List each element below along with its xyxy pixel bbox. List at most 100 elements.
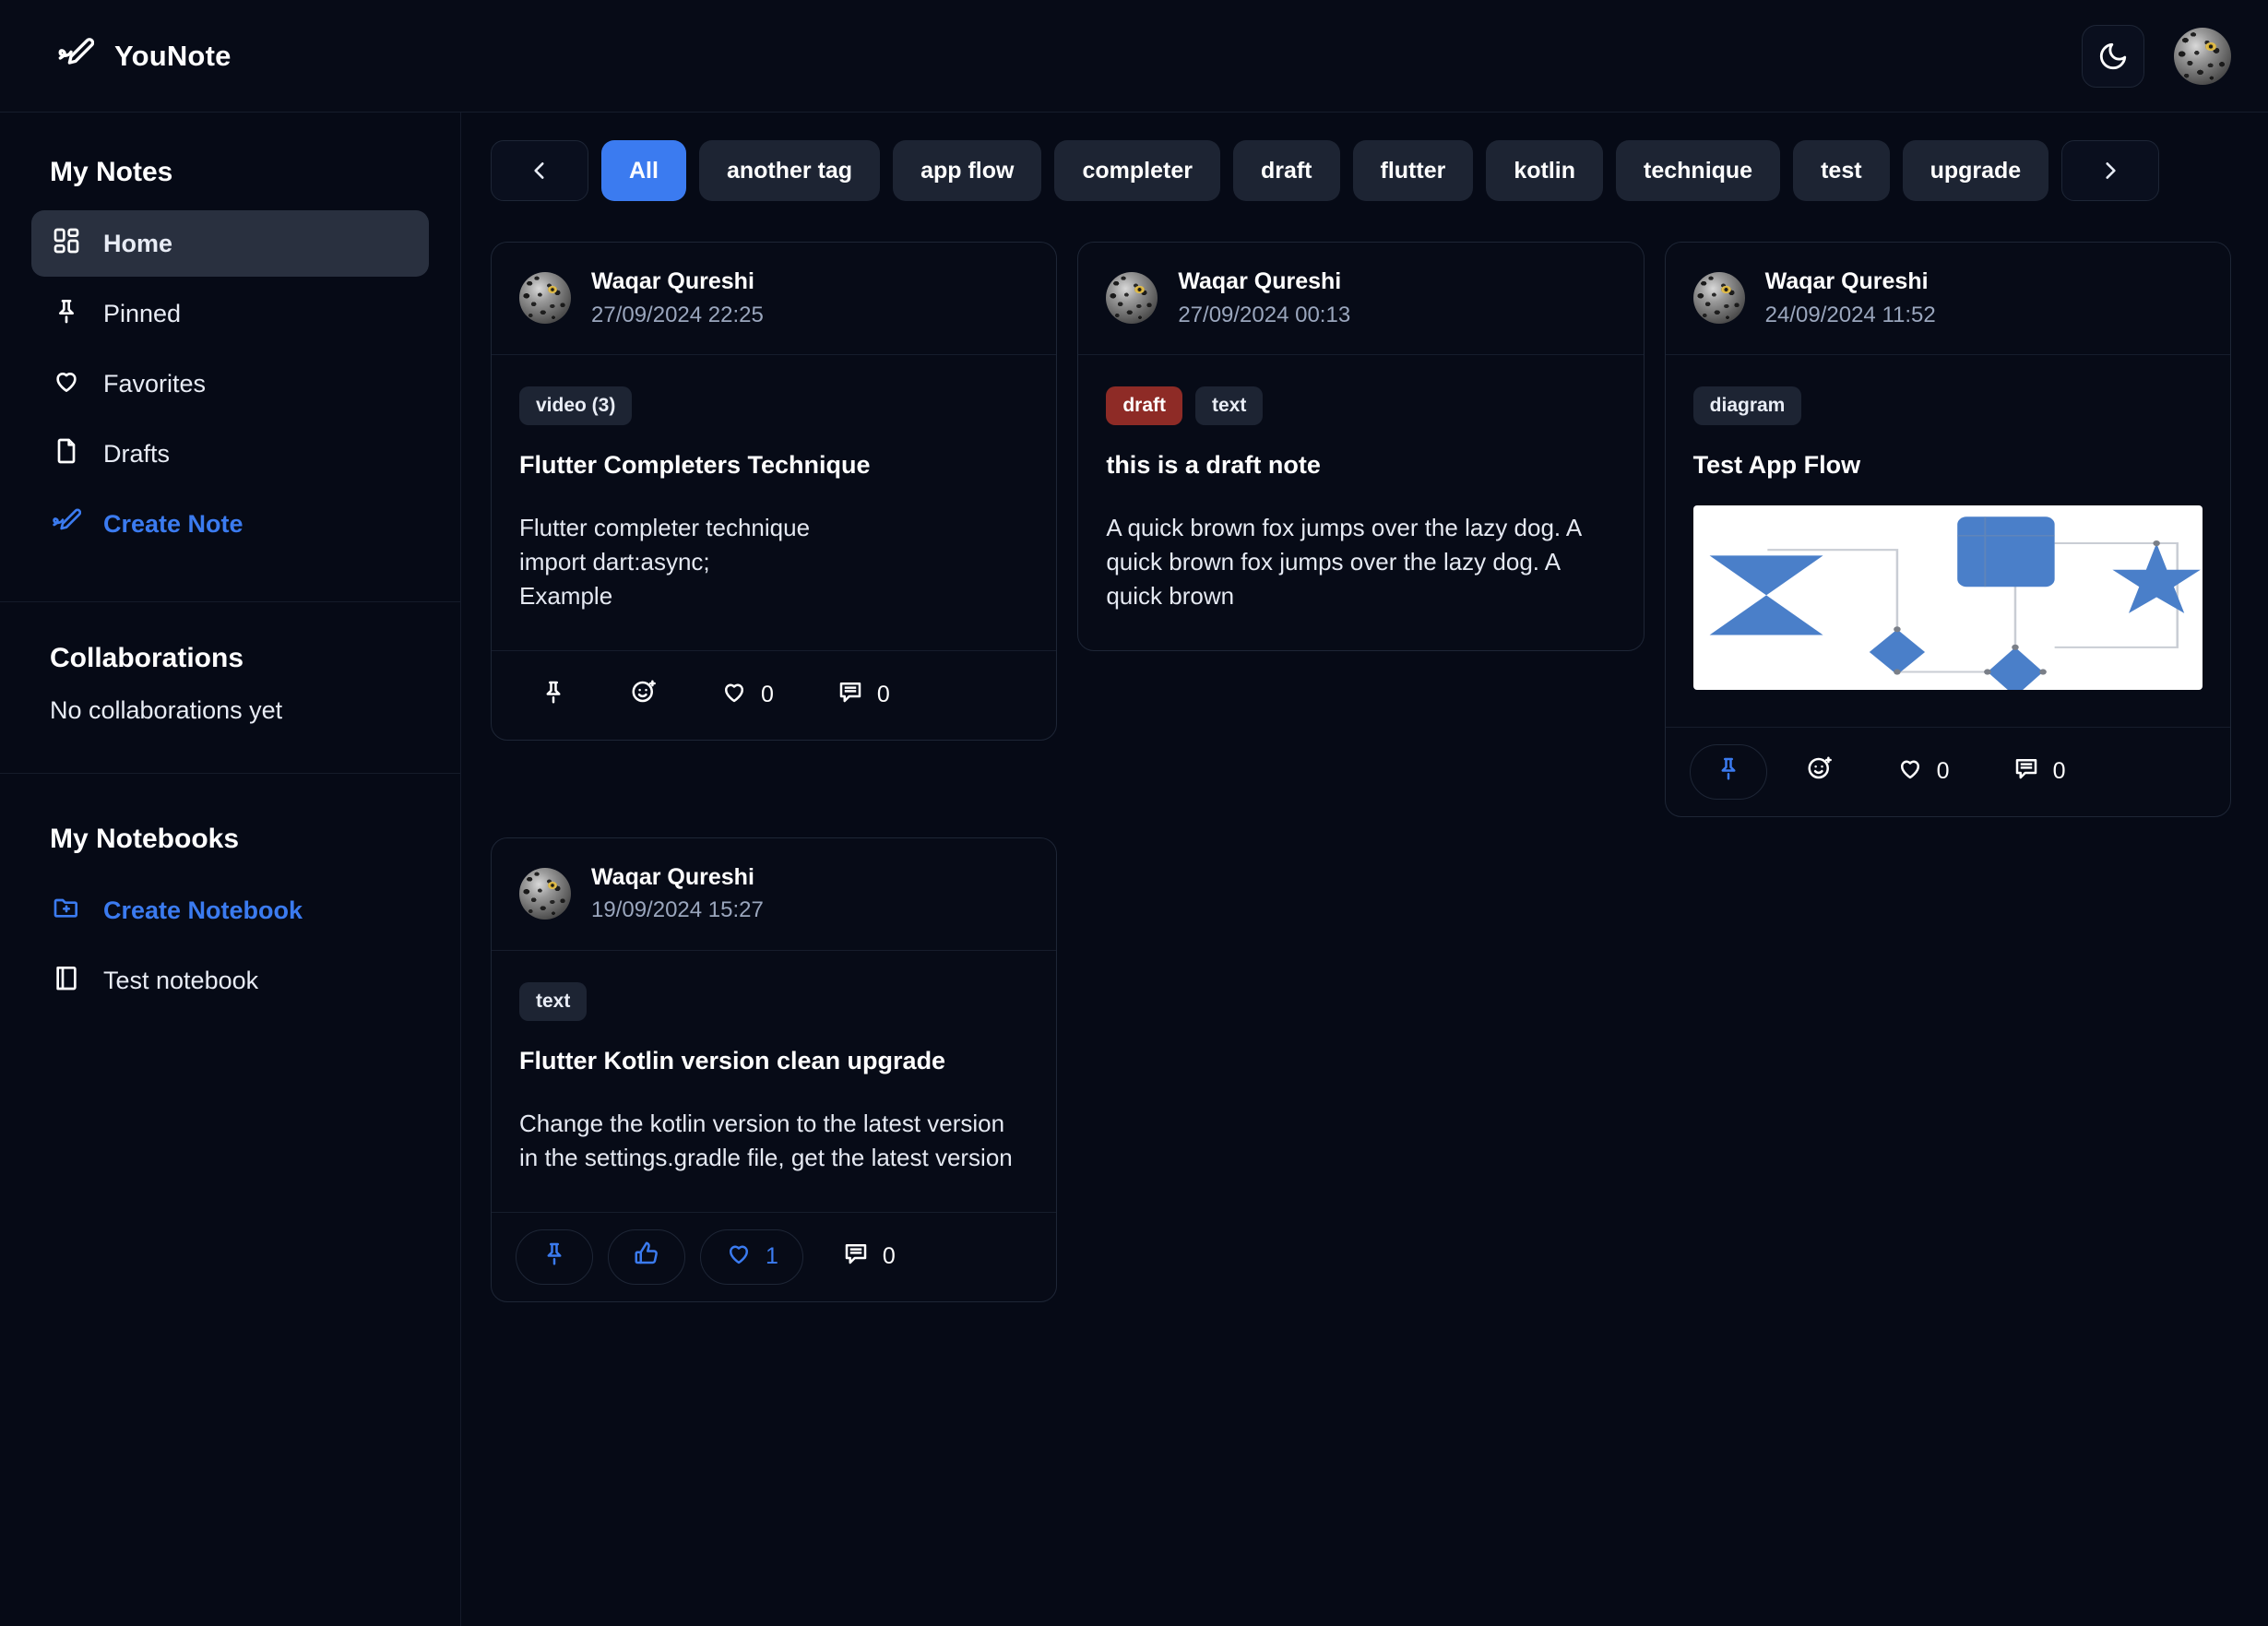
top-bar: YouNote bbox=[0, 0, 2268, 113]
reaction-button[interactable] bbox=[606, 668, 682, 723]
brand[interactable]: YouNote bbox=[57, 35, 232, 77]
status-badge: draft bbox=[1106, 386, 1182, 425]
chevron-right-icon[interactable] bbox=[2061, 140, 2160, 201]
like-count: 0 bbox=[761, 682, 774, 708]
status-badge: text bbox=[1195, 386, 1264, 425]
tag-app-flow[interactable]: app flow bbox=[893, 140, 1042, 201]
tag-draft[interactable]: draft bbox=[1232, 140, 1340, 201]
note-card[interactable]: Waqar Qureshi 24/09/2024 11:52 diagram T… bbox=[1664, 242, 2231, 817]
note-date: 24/09/2024 11:52 bbox=[1764, 302, 1936, 327]
sidebar-item-label: Pinned bbox=[103, 299, 182, 327]
note-badges: video (3) bbox=[519, 386, 1028, 425]
file-icon bbox=[52, 436, 81, 472]
note-card[interactable]: Waqar Qureshi 27/09/2024 22:25 video (3)… bbox=[491, 242, 1058, 741]
tag-flutter[interactable]: flutter bbox=[1352, 140, 1474, 201]
comment-icon bbox=[842, 1240, 870, 1274]
tag-completer[interactable]: completer bbox=[1054, 140, 1220, 201]
note-card-header: Waqar Qureshi 24/09/2024 11:52 bbox=[1665, 243, 2230, 355]
note-card-body: video (3) Flutter Completers Technique F… bbox=[492, 355, 1056, 650]
pin-icon bbox=[540, 1240, 568, 1274]
comment-button[interactable]: 0 bbox=[813, 668, 914, 723]
heart-icon bbox=[725, 1240, 753, 1274]
sidebar-notes-title: My Notes bbox=[50, 157, 173, 187]
notebook-item-label: Test notebook bbox=[103, 966, 259, 994]
pin-icon bbox=[540, 678, 567, 712]
comment-count: 0 bbox=[2052, 758, 2066, 785]
dashboard-grid-icon bbox=[52, 226, 81, 262]
note-card-actions: 1 0 bbox=[492, 1211, 1057, 1301]
moon-icon[interactable] bbox=[2082, 24, 2144, 88]
tag-another-tag[interactable]: another tag bbox=[698, 140, 881, 201]
note-card-header: Waqar Qureshi 19/09/2024 15:27 bbox=[492, 838, 1057, 951]
app-root: YouNote My Notes Home Pinned Favorites D… bbox=[0, 0, 2268, 1626]
create-notebook-label: Create Notebook bbox=[103, 896, 303, 924]
thumbs-up-icon bbox=[633, 1240, 660, 1274]
note-card-body: diagram Test App Flow bbox=[1666, 355, 2230, 727]
sidebar-item-home[interactable]: Home bbox=[31, 210, 429, 277]
pin-button[interactable] bbox=[516, 1228, 593, 1285]
pencil-note-icon bbox=[52, 506, 82, 542]
emoji-add-icon bbox=[630, 678, 658, 712]
pin-button[interactable] bbox=[1689, 743, 1767, 800]
note-author: Waqar Qureshi bbox=[591, 268, 754, 294]
comment-count: 0 bbox=[876, 682, 890, 708]
sidebar-item-test-notebook[interactable]: Test notebook bbox=[31, 947, 429, 1014]
top-bar-actions bbox=[2082, 24, 2231, 88]
comment-button[interactable]: 0 bbox=[1989, 744, 2090, 800]
heart-icon bbox=[52, 366, 81, 402]
create-notebook-button[interactable]: Create Notebook bbox=[31, 877, 429, 944]
note-card-header: Waqar Qureshi 27/09/2024 00:13 bbox=[1078, 243, 1644, 355]
note-text: Change the kotlin version to the latest … bbox=[519, 1109, 1013, 1171]
sidebar-item-favorites[interactable]: Favorites bbox=[31, 350, 429, 417]
brand-name: YouNote bbox=[114, 39, 232, 72]
sidebar-notebooks-title: My Notebooks bbox=[50, 824, 240, 854]
folder-plus-icon bbox=[52, 893, 81, 929]
sidebar-item-create-note[interactable]: Create Note bbox=[31, 491, 429, 557]
note-text: Flutter completer technique import dart:… bbox=[519, 513, 811, 610]
avatar bbox=[519, 868, 571, 920]
note-title: Test App Flow bbox=[1692, 450, 1861, 479]
reaction-button[interactable] bbox=[1782, 744, 1858, 800]
sidebar-collaborations-section: Collaborations No collaborations yet bbox=[0, 602, 460, 773]
like-button[interactable]: 0 bbox=[1872, 744, 1974, 800]
status-badge: diagram bbox=[1692, 386, 1802, 425]
sidebar-item-label: Drafts bbox=[103, 439, 171, 468]
sidebar-item-pinned[interactable]: Pinned bbox=[31, 280, 429, 347]
sidebar-item-drafts[interactable]: Drafts bbox=[31, 421, 429, 487]
note-badges: text bbox=[519, 981, 1028, 1021]
note-badges: diagram bbox=[1692, 386, 2203, 425]
tag-upgrade[interactable]: upgrade bbox=[1902, 140, 2049, 201]
chevron-left-icon[interactable] bbox=[491, 140, 588, 201]
tag-all[interactable]: All bbox=[601, 140, 686, 201]
tag-kotlin[interactable]: kotlin bbox=[1486, 140, 1604, 201]
status-badge: text bbox=[519, 981, 588, 1021]
like-button[interactable]: 0 bbox=[696, 668, 798, 723]
thumbs-up-button[interactable] bbox=[608, 1228, 685, 1285]
note-card-actions: 0 0 bbox=[1665, 726, 2230, 816]
heart-icon bbox=[1896, 754, 1924, 789]
avatar bbox=[1106, 272, 1158, 325]
note-date: 27/09/2024 22:25 bbox=[591, 302, 764, 327]
sidebar: My Notes Home Pinned Favorites Drafts Cr… bbox=[0, 113, 461, 1626]
pin-button[interactable] bbox=[516, 668, 591, 723]
sidebar-notes-section: My Notes Home Pinned Favorites Drafts Cr… bbox=[0, 113, 460, 601]
avatar[interactable] bbox=[2174, 27, 2231, 85]
tag-filter-bar: All another tag app flow completer draft… bbox=[491, 140, 2231, 201]
comment-button[interactable]: 0 bbox=[818, 1229, 920, 1285]
note-card[interactable]: Waqar Qureshi 27/09/2024 00:13 draft tex… bbox=[1077, 242, 1645, 651]
like-count: 0 bbox=[1936, 758, 1950, 785]
note-diagram-preview bbox=[1692, 504, 2203, 690]
note-date: 19/09/2024 15:27 bbox=[591, 897, 764, 923]
like-button[interactable]: 1 bbox=[700, 1228, 803, 1285]
like-count: 1 bbox=[766, 1243, 778, 1270]
tag-test[interactable]: test bbox=[1793, 140, 1890, 201]
sidebar-notebooks-section: My Notebooks Create Notebook Test notebo… bbox=[0, 774, 460, 1017]
comment-count: 0 bbox=[882, 1243, 896, 1270]
note-card[interactable]: Waqar Qureshi 19/09/2024 15:27 text Flut… bbox=[491, 837, 1058, 1302]
tag-technique[interactable]: technique bbox=[1616, 140, 1781, 201]
emoji-add-icon bbox=[1806, 754, 1834, 789]
avatar bbox=[1692, 272, 1745, 325]
main-content: All another tag app flow completer draft… bbox=[461, 113, 2268, 1626]
sidebar-item-label: Home bbox=[103, 229, 173, 257]
avatar bbox=[519, 272, 571, 325]
